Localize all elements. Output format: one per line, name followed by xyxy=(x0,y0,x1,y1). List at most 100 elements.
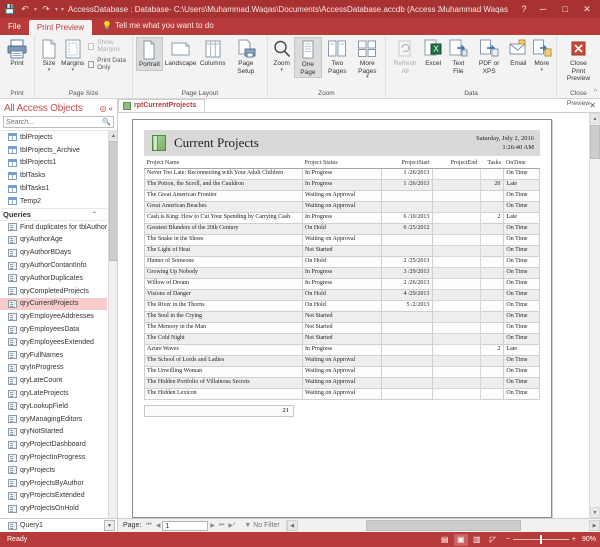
two-pages-button[interactable]: Two Pages xyxy=(323,37,351,76)
nav-item-qryprojectswotasks[interactable]: qryProjectsWOTasks xyxy=(0,515,107,518)
nav-item-qrylatecount[interactable]: qryLateCount xyxy=(0,374,107,387)
scroll-right-icon[interactable]: ▶ xyxy=(589,520,600,531)
print-data-only-checkbox[interactable]: Print Data Only xyxy=(88,55,129,73)
zoom-out-button[interactable]: − xyxy=(506,536,510,543)
more-data-caret-icon[interactable]: ▾ xyxy=(540,68,543,72)
circle-dropdown-icon[interactable]: ◎ xyxy=(99,104,108,113)
horizontal-scrollbar[interactable]: ◀ ▶ xyxy=(286,520,600,532)
zoom-caret-icon[interactable]: ▾ xyxy=(280,68,283,72)
nav-item-temp2[interactable]: Temp2 xyxy=(0,195,107,208)
page-number-input[interactable]: 1 xyxy=(162,521,208,531)
nav-item-qrycurrentprojects[interactable]: qryCurrentProjects xyxy=(0,298,107,311)
scroll-left-icon[interactable]: ◀ xyxy=(287,520,298,531)
landscape-button[interactable]: Landscape xyxy=(164,37,198,69)
redo-icon[interactable]: ↷ xyxy=(40,3,52,15)
nav-item-qryprojects[interactable]: qryProjects xyxy=(0,464,107,477)
more-pages-button[interactable]: More Pages ▾ xyxy=(352,37,382,80)
close-button[interactable]: ✕ xyxy=(576,0,598,18)
nav-item-qryfullnames[interactable]: qryFullNames xyxy=(0,349,107,362)
columns-button[interactable]: Columns xyxy=(198,37,226,69)
page-setup-button[interactable]: Page Setup xyxy=(228,37,264,76)
nav-item-tbltasks[interactable]: tblTasks xyxy=(0,169,107,182)
vertical-scroll-thumb[interactable] xyxy=(590,125,600,159)
account-name[interactable]: Muhammad Waqas xyxy=(439,5,516,14)
nav-item-qryprojectsextended[interactable]: qryProjectsExtended xyxy=(0,490,107,503)
scroll-up-icon[interactable]: ▲ xyxy=(590,113,600,124)
nav-item-qryinprogress[interactable]: qryInProgress xyxy=(0,362,107,375)
portrait-button[interactable]: Portrait xyxy=(136,37,162,71)
nav-item-qryprojectsbyauthor[interactable]: qryProjectsByAuthor xyxy=(0,477,107,490)
navigation-pane-footer-item[interactable]: Query1 ▼ xyxy=(0,519,118,533)
nav-item-find-duplicates-for-tblauthors[interactable]: Find duplicates for tblAuthors xyxy=(0,221,107,234)
nav-item-tblprojects[interactable]: tblProjects xyxy=(0,131,107,144)
layout-view-icon[interactable]: ▥ xyxy=(470,534,484,546)
minimize-button[interactable]: ─ xyxy=(532,0,554,18)
document-tab-rptcurrentprojects[interactable]: rptCurrentProjects xyxy=(118,99,205,112)
navigation-search-box[interactable]: 🔍 xyxy=(3,116,114,128)
nav-scroll-thumb[interactable] xyxy=(109,141,117,261)
next-page-button[interactable]: ▶ xyxy=(208,522,217,529)
nav-item-qryemployeesextended[interactable]: qryEmployeesExtended xyxy=(0,336,107,349)
nav-dropdown-icon[interactable]: ▼ xyxy=(104,520,115,531)
nav-item-qryauthorduplicates[interactable]: qryAuthorDuplicates xyxy=(0,272,107,285)
nav-item-qrycompletedprojects[interactable]: qryCompletedProjects xyxy=(0,285,107,298)
navigation-object-list[interactable]: tblProjectstblProjects_ArchivetblProject… xyxy=(0,130,117,518)
nav-item-qryprojectsonhold[interactable]: qryProjectsOnHold xyxy=(0,502,107,515)
email-button[interactable]: Email xyxy=(507,37,529,69)
print-button[interactable]: Print xyxy=(3,37,31,69)
chevron-up-icon[interactable]: ⌃ xyxy=(92,211,107,218)
pdf-xps-export-button[interactable]: PDF or XPS xyxy=(472,37,506,76)
nav-item-qryprojectdashboard[interactable]: qryProjectDashboard xyxy=(0,438,107,451)
previous-page-button[interactable]: ◀ xyxy=(154,522,163,529)
nav-item-qryemployeeaddresses[interactable]: qryEmployeeAddresses xyxy=(0,310,107,323)
navigation-scrollbar[interactable]: ▲ xyxy=(108,131,117,518)
tab-file[interactable]: File xyxy=(0,18,29,35)
horizontal-scroll-thumb[interactable] xyxy=(366,520,521,531)
print-preview-icon[interactable]: ▣ xyxy=(454,534,468,546)
excel-export-button[interactable]: X Excel xyxy=(422,37,444,69)
tell-me-box[interactable]: 💡 Tell me what you want to do xyxy=(92,18,214,35)
zoom-slider-handle[interactable] xyxy=(540,535,542,544)
maximize-button[interactable]: □ xyxy=(554,0,576,18)
close-document-icon[interactable]: ✕ xyxy=(589,101,600,110)
zoom-slider[interactable] xyxy=(513,539,569,540)
collapse-ribbon-button[interactable]: ^ xyxy=(594,89,597,96)
nav-item-qryauthorcontantinfo[interactable]: qryAuthorContantInfo xyxy=(0,259,107,272)
new-page-button[interactable]: ▶* xyxy=(226,522,237,529)
help-button[interactable]: ? xyxy=(516,0,532,18)
more-pages-caret-icon[interactable]: ▾ xyxy=(366,75,369,79)
nav-item-tblprojects-archive[interactable]: tblProjects_Archive xyxy=(0,144,107,157)
one-page-button[interactable]: One Page xyxy=(294,37,322,78)
search-icon[interactable]: 🔍 xyxy=(102,118,111,126)
last-page-button[interactable]: ⏭ xyxy=(217,522,226,529)
close-print-preview-button[interactable]: Close Print Preview xyxy=(560,37,597,84)
nav-item-tblprojects1[interactable]: tblProjects1 xyxy=(0,157,107,170)
margins-caret-icon[interactable]: ▾ xyxy=(71,68,74,72)
text-file-export-button[interactable]: Text File xyxy=(445,37,471,76)
save-icon[interactable]: 💾 xyxy=(4,3,16,15)
nav-item-qrylookupfield[interactable]: qryLookupField xyxy=(0,400,107,413)
size-caret-icon[interactable]: ▾ xyxy=(48,68,51,72)
nav-item-qrylateprojects[interactable]: qryLateProjects xyxy=(0,387,107,400)
design-view-icon[interactable]: ◸ xyxy=(486,534,500,546)
nav-group-queries[interactable]: Queries⌃ xyxy=(0,208,107,221)
tab-print-preview[interactable]: Print Preview xyxy=(29,20,92,35)
nav-item-qryemployeesdata[interactable]: qryEmployeesData xyxy=(0,323,107,336)
nav-item-qryprojectinprogress[interactable]: qryProjectInProgress xyxy=(0,451,107,464)
nav-scroll-up-icon[interactable]: ▲ xyxy=(109,131,117,140)
nav-item-qrymanagingeditors[interactable]: qryManagingEditors xyxy=(0,413,107,426)
nav-item-qrynotstarted[interactable]: qryNotStarted xyxy=(0,426,107,439)
zoom-button[interactable]: Zoom ▾ xyxy=(271,37,293,73)
undo-icon[interactable]: ↶ xyxy=(19,3,31,15)
first-page-button[interactable]: ⏮ xyxy=(144,522,153,529)
size-button[interactable]: Size ▾ xyxy=(38,37,60,73)
preview-vertical-scrollbar[interactable]: ▲ ▼ xyxy=(589,113,600,518)
margins-button[interactable]: Margins ▾ xyxy=(61,37,84,73)
report-view-icon[interactable]: ▤ xyxy=(438,534,452,546)
double-chevron-left-icon[interactable]: « xyxy=(108,104,114,113)
nav-item-qryauthorbdays[interactable]: qryAuthorBDays xyxy=(0,246,107,259)
filter-status[interactable]: ▼ No Filter xyxy=(237,522,279,529)
nav-item-qryauthorage[interactable]: qryAuthorAge xyxy=(0,234,107,247)
nav-item-tbltasks1[interactable]: tblTasks1 xyxy=(0,182,107,195)
search-input[interactable] xyxy=(6,119,102,126)
